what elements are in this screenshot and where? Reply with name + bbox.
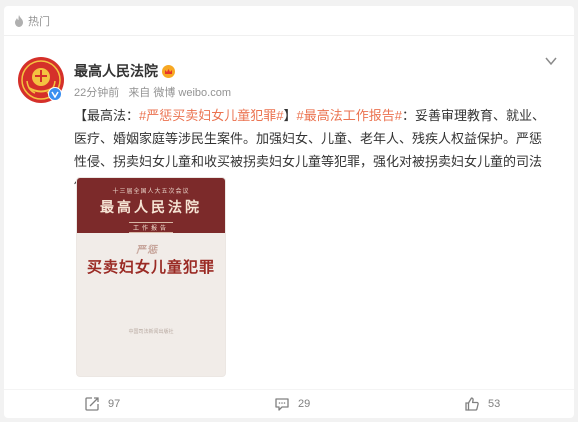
comment-button[interactable]: 29 (274, 396, 310, 412)
weibo-post-card: 热门 最高人民法院 22分钟前 来自 微博 weibo.com 【最高法：#严惩… (4, 6, 574, 418)
hashtag-link[interactable]: #严惩买卖妇女儿童犯罪# (139, 108, 283, 123)
verified-badge-icon (48, 87, 62, 101)
post-text-mid: 】 (283, 108, 297, 123)
repost-count: 97 (108, 398, 121, 410)
post-time[interactable]: 22分钟前 (74, 87, 119, 99)
like-count: 53 (488, 398, 501, 410)
hot-label: 热门 (28, 15, 50, 28)
thumbs-up-icon (465, 397, 479, 411)
hot-section-header: 热门 (4, 6, 574, 36)
author-name-row: 最高人民法院 (74, 61, 175, 81)
comment-count: 29 (298, 398, 311, 410)
like-button[interactable]: 53 (464, 396, 500, 412)
cover-court-name: 最高人民法院 (100, 199, 202, 215)
action-bar: 97 29 53 (4, 389, 574, 417)
comment-icon (275, 398, 289, 411)
cover-subtitle: 十三届全国人大五次会议 (112, 189, 190, 195)
cover-footer: 中国司法新闻出版社 (128, 329, 174, 335)
cover-brush-text: 严惩 (135, 245, 160, 256)
crown-icon (162, 64, 175, 78)
chevron-down-icon[interactable] (544, 54, 558, 68)
author-name[interactable]: 最高人民法院 (74, 61, 158, 81)
post-text-prefix: 【最高法： (74, 108, 140, 123)
post-meta: 22分钟前 来自 微博 weibo.com (74, 84, 237, 100)
post-source: 来自 微博 weibo.com (128, 87, 232, 99)
hashtag-link[interactable]: #最高法工作报告# (297, 108, 402, 123)
repost-icon (85, 397, 99, 411)
cover-header: 十三届全国人大五次会议 最高人民法院 工作报告 (77, 178, 225, 233)
post-image[interactable]: 十三届全国人大五次会议 最高人民法院 工作报告 严惩 买卖妇女儿童犯罪 中国司法… (76, 177, 226, 377)
flame-icon (15, 14, 23, 27)
repost-button[interactable]: 97 (84, 396, 120, 412)
cover-report-label: 工作报告 (128, 222, 173, 233)
cover-main-title: 买卖妇女儿童犯罪 (86, 259, 215, 276)
